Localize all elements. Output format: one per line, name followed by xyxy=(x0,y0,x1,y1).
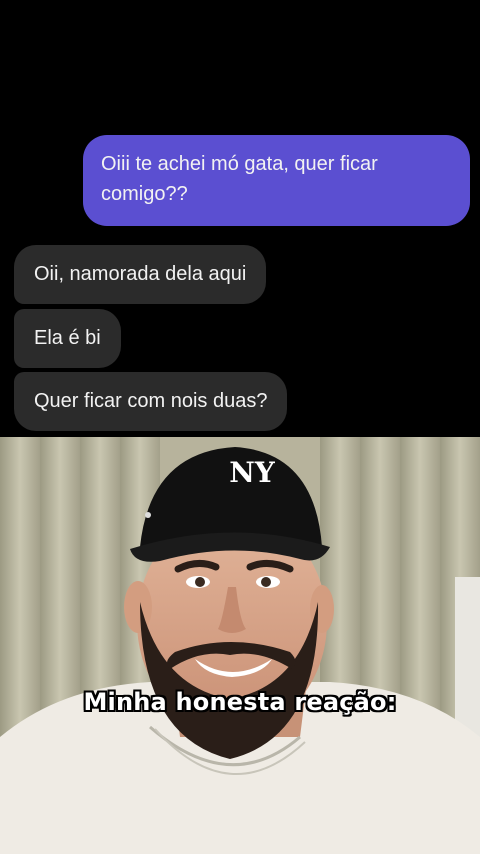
meme-screenshot: Oiii te achei mó gata, quer ficar comigo… xyxy=(0,0,480,854)
sent-message-text: Oiii te achei mó gata, quer ficar comigo… xyxy=(101,153,378,205)
reaction-photo: NY xyxy=(0,437,480,854)
received-message-bubble[interactable]: Ela é bi xyxy=(14,309,121,368)
received-message-text: Oii, namorada dela aqui xyxy=(34,263,247,285)
received-message-text: Ela é bi xyxy=(34,327,101,349)
sent-message-bubble[interactable]: Oiii te achei mó gata, quer ficar comigo… xyxy=(83,135,470,226)
meme-caption: Minha honesta reação: xyxy=(83,688,397,716)
received-message-bubble[interactable]: Oii, namorada dela aqui xyxy=(14,245,267,304)
received-message-bubble[interactable]: Quer ficar com nois duas? xyxy=(14,372,288,431)
received-message-text: Quer ficar com nois duas? xyxy=(34,390,268,412)
cap-logo: NY xyxy=(229,456,276,489)
chat-panel: Oiii te achei mó gata, quer ficar comigo… xyxy=(0,0,480,437)
reaction-photo-illustration: NY xyxy=(0,437,480,854)
